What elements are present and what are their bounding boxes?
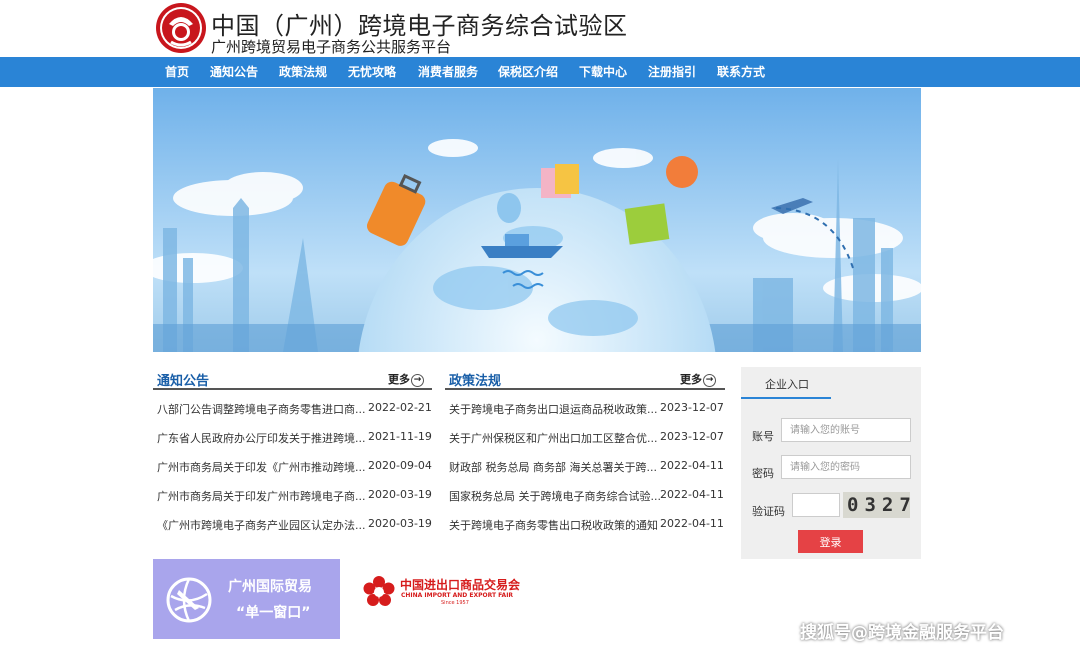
policy-item-title[interactable]: 关于跨境电子商务零售出口税收政策的通知 — [449, 517, 658, 533]
notices-heading: 通知公告 — [157, 374, 210, 389]
notice-item-title[interactable]: 广州市商务局关于印发广州市跨境电子商... — [157, 488, 366, 504]
policy-item-date: 2022-04-11 — [660, 517, 724, 530]
policies-more-link[interactable]: 更多 → — [680, 371, 716, 387]
policies-more-label: 更多 — [680, 373, 702, 386]
hero-banner[interactable] — [153, 88, 921, 352]
nav-downloads[interactable]: 下载中心 — [579, 57, 627, 87]
single-window-title: 广州国际贸易 — [228, 579, 312, 595]
canton-fair-english-name: CHINA IMPORT AND EXPORT FAIR — [401, 592, 514, 599]
captcha-label: 验证码 — [752, 505, 785, 518]
notice-item-date: 2020-03-19 — [368, 488, 432, 501]
nav-consumer-service[interactable]: 消费者服务 — [418, 57, 478, 87]
policy-item-date: 2023-12-07 — [660, 401, 724, 414]
account-label: 账号 — [752, 430, 774, 443]
login-button[interactable]: 登录 — [798, 530, 863, 553]
site-logo[interactable] — [155, 2, 207, 54]
policy-item-title[interactable]: 关于跨境电子商务出口退运商品税收政策... — [449, 401, 658, 417]
arrow-right-icon: → — [703, 373, 716, 387]
nav-registration-guide[interactable]: 注册指引 — [648, 57, 696, 87]
site-subtitle: 广州跨境贸易电子商务公共服务平台 — [211, 38, 452, 56]
nav-notices[interactable]: 通知公告 — [210, 57, 258, 87]
policies-divider — [445, 388, 725, 390]
notice-item-title[interactable]: 广州市商务局关于印发《广州市推动跨境... — [157, 459, 366, 475]
policy-item-title[interactable]: 国家税务总局 关于跨境电子商务综合试验... — [449, 488, 661, 504]
policies-heading: 政策法规 — [449, 374, 502, 389]
notices-more-label: 更多 — [388, 373, 410, 386]
policy-item-date: 2023-12-07 — [660, 430, 724, 443]
source-watermark: 搜狐号@跨境金融服务平台 — [800, 623, 1004, 643]
canton-fair-name[interactable]: 中国进出口商品交易会 — [400, 576, 520, 593]
notice-item-date: 2021-11-19 — [368, 430, 432, 443]
nav-contact[interactable]: 联系方式 — [717, 57, 765, 87]
notice-item-title[interactable]: 八部门公告调整跨境电子商务零售进口商... — [157, 401, 366, 417]
canton-fair-logo[interactable] — [361, 574, 397, 610]
single-window-subtitle: “单一窗口” — [236, 605, 311, 621]
captcha-input[interactable] — [792, 493, 840, 517]
notice-item-title[interactable]: 《广州市跨境电子商务产业园区认定办法... — [157, 517, 366, 533]
notices-divider — [153, 388, 432, 390]
nav-policies[interactable]: 政策法规 — [279, 57, 327, 87]
canton-fair-since: Since 1957 — [441, 600, 469, 606]
captcha-code: 0327 — [847, 494, 917, 516]
notice-item-title[interactable]: 广东省人民政府办公厅印发关于推进跨境... — [157, 430, 366, 446]
account-input[interactable] — [781, 418, 911, 442]
notice-item-date: 2020-03-19 — [368, 517, 432, 530]
policy-item-date: 2022-04-11 — [660, 488, 724, 501]
notice-item-date: 2022-02-21 — [368, 401, 432, 414]
main-nav: 首页 通知公告 政策法规 无忧攻略 消费者服务 保税区介绍 下载中心 注册指引 … — [0, 57, 1080, 87]
tab-active-indicator — [741, 397, 831, 399]
tab-enterprise-login[interactable]: 企业入口 — [765, 376, 809, 392]
policy-item-date: 2022-04-11 — [660, 459, 724, 472]
nav-guides[interactable]: 无忧攻略 — [348, 57, 396, 87]
policy-item-title[interactable]: 关于广州保税区和广州出口加工区整合优... — [449, 430, 658, 446]
notice-item-date: 2020-09-04 — [368, 459, 432, 472]
password-label: 密码 — [752, 467, 774, 480]
policy-item-title[interactable]: 财政部 税务总局 商务部 海关总署关于跨... — [449, 459, 657, 475]
globe-icon — [166, 577, 212, 623]
single-window-banner[interactable] — [153, 559, 340, 639]
password-input[interactable] — [781, 455, 911, 479]
nav-bonded-zone[interactable]: 保税区介绍 — [498, 57, 558, 87]
notices-more-link[interactable]: 更多 → — [388, 371, 424, 387]
arrow-right-icon: → — [411, 373, 424, 387]
nav-home[interactable]: 首页 — [165, 57, 189, 87]
